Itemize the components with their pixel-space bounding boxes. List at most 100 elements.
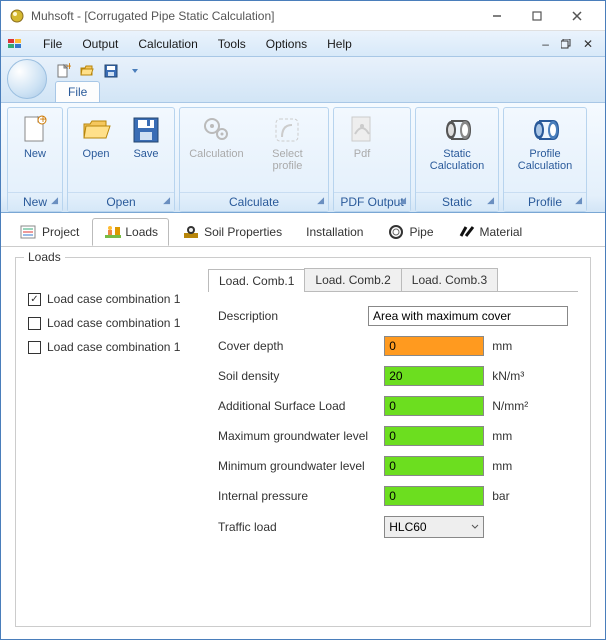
soil-density-unit: kN/m³	[492, 369, 524, 383]
cover-depth-input[interactable]	[384, 336, 484, 356]
soil-density-input[interactable]	[384, 366, 484, 386]
menu-tools[interactable]: Tools	[208, 33, 256, 55]
load-case-2-label: Load case combination 1	[47, 316, 180, 330]
ribbon-new-button[interactable]: + New	[12, 112, 58, 162]
tab-material[interactable]: Material	[447, 218, 534, 246]
qa-dropdown-button[interactable]	[125, 61, 145, 81]
internal-pressure-unit: bar	[492, 489, 509, 503]
mdi-restore-button[interactable]	[555, 37, 577, 51]
content-area: Loads ✓ Load case combination 1 Load cas…	[1, 247, 605, 637]
tab-soil[interactable]: Soil Properties	[171, 218, 293, 246]
ribbon-pdf-button[interactable]: Pdf	[338, 112, 386, 162]
gears-icon	[200, 114, 232, 146]
menu-file[interactable]: File	[33, 33, 72, 55]
loads-fieldset: Loads ✓ Load case combination 1 Load cas…	[15, 257, 591, 627]
ribbon-calculation-label: Calculation	[189, 148, 243, 160]
app-orb-button[interactable]	[7, 59, 47, 99]
menu-calculation[interactable]: Calculation	[128, 33, 207, 55]
tab-pipe-label: Pipe	[409, 225, 433, 239]
ribbon-new-label: New	[24, 148, 46, 160]
checkbox-checked-icon: ✓	[28, 293, 41, 306]
dialog-launcher-icon[interactable]: ◢	[51, 195, 58, 206]
load-case-1-label: Load case combination 1	[47, 292, 180, 306]
ribbon-group-static: Static Calculation Static◢	[415, 107, 499, 212]
internal-pressure-input[interactable]	[384, 486, 484, 506]
ribbon-select-profile-button[interactable]: Select profile	[251, 112, 324, 174]
qa-save-button[interactable]	[101, 61, 121, 81]
dialog-launcher-icon[interactable]: ◢	[399, 195, 406, 206]
tab-loads-label: Loads	[125, 225, 158, 239]
checkbox-unchecked-icon	[28, 317, 41, 330]
qa-new-button[interactable]: +	[53, 61, 73, 81]
ribbon-static-button[interactable]: Static Calculation	[420, 112, 494, 174]
mdi-minimize-button[interactable]: –	[536, 35, 555, 53]
dialog-launcher-icon[interactable]: ◢	[575, 195, 582, 206]
ribbon-group-open-label: Open◢	[68, 192, 174, 211]
maximize-button[interactable]	[517, 2, 557, 30]
ribbon-profile-button[interactable]: Profile Calculation	[508, 112, 582, 174]
internal-pressure-label: Internal pressure	[218, 489, 384, 503]
load-case-1-checkbox[interactable]: ✓ Load case combination 1	[28, 292, 198, 306]
pipe-icon	[387, 224, 405, 240]
menu-options[interactable]: Options	[256, 33, 317, 55]
ribbon-calculation-button[interactable]: Calculation	[184, 112, 249, 162]
svg-text:+: +	[66, 63, 71, 73]
ribbon: + New New◢ Open Save Open◢ Calculation	[1, 103, 605, 213]
tab-load-comb-2[interactable]: Load. Comb.2	[304, 268, 401, 291]
ribbon-group-profile: Profile Calculation Profile◢	[503, 107, 587, 212]
ribbon-save-button[interactable]: Save	[122, 112, 170, 162]
ribbon-group-new-label: New◢	[8, 192, 62, 211]
max-groundwater-unit: mm	[492, 429, 512, 443]
traffic-load-select[interactable]: HLC60	[384, 516, 484, 538]
ribbon-open-button[interactable]: Open	[72, 112, 120, 162]
dialog-launcher-icon[interactable]: ◢	[163, 195, 170, 206]
new-file-icon: +	[19, 114, 51, 146]
max-groundwater-label: Maximum groundwater level	[218, 429, 384, 443]
load-case-3-checkbox[interactable]: Load case combination 1	[28, 340, 198, 354]
tab-load-comb-3[interactable]: Load. Comb.3	[401, 268, 498, 291]
menu-help[interactable]: Help	[317, 33, 362, 55]
load-comb-tabs: Load. Comb.1 Load. Comb.2 Load. Comb.3	[208, 268, 578, 292]
menu-output[interactable]: Output	[72, 33, 128, 55]
dialog-launcher-icon[interactable]: ◢	[317, 195, 324, 206]
ribbon-group-pdf-label: PDF Output◢	[334, 192, 410, 211]
qa-open-button[interactable]	[77, 61, 97, 81]
tab-loads[interactable]: Loads	[92, 218, 169, 246]
open-folder-icon	[80, 114, 112, 146]
minimize-button[interactable]	[477, 2, 517, 30]
tab-installation[interactable]: Installation	[295, 219, 374, 245]
static-pipe-icon	[441, 114, 473, 146]
load-case-2-checkbox[interactable]: Load case combination 1	[28, 316, 198, 330]
close-button[interactable]	[557, 2, 597, 30]
tab-installation-label: Installation	[306, 225, 363, 239]
profile-pipe-icon	[529, 114, 561, 146]
min-groundwater-label: Minimum groundwater level	[218, 459, 384, 473]
min-groundwater-unit: mm	[492, 459, 512, 473]
surface-load-unit: N/mm²	[492, 399, 528, 413]
window-title: Muhsoft - [Corrugated Pipe Static Calcul…	[31, 9, 477, 23]
load-case-3-label: Load case combination 1	[47, 340, 180, 354]
ribbon-file-tab[interactable]: File	[55, 81, 100, 102]
tab-pipe[interactable]: Pipe	[376, 218, 444, 246]
min-groundwater-input[interactable]	[384, 456, 484, 476]
save-disk-icon	[130, 114, 162, 146]
mdi-close-button[interactable]: ✕	[577, 35, 599, 53]
description-label: Description	[218, 309, 368, 323]
loads-legend: Loads	[24, 250, 65, 264]
ribbon-group-new: + New New◢	[7, 107, 63, 212]
soil-density-label: Soil density	[218, 369, 384, 383]
description-input[interactable]	[368, 306, 568, 326]
cover-depth-unit: mm	[492, 339, 512, 353]
ribbon-select-profile-label: Select profile	[259, 148, 316, 172]
titlebar: Muhsoft - [Corrugated Pipe Static Calcul…	[1, 1, 605, 31]
tab-load-comb-1[interactable]: Load. Comb.1	[208, 269, 305, 292]
surface-load-input[interactable]	[384, 396, 484, 416]
ribbon-pdf-label: Pdf	[354, 148, 371, 160]
dialog-launcher-icon[interactable]: ◢	[487, 195, 494, 206]
cover-depth-label: Cover depth	[218, 339, 384, 353]
main-tabs: Project Loads Soil Properties Installati…	[1, 213, 605, 247]
tab-project[interactable]: Project	[9, 218, 90, 246]
max-groundwater-input[interactable]	[384, 426, 484, 446]
ribbon-profile-label: Profile Calculation	[516, 148, 574, 172]
menu-icon	[7, 37, 25, 51]
